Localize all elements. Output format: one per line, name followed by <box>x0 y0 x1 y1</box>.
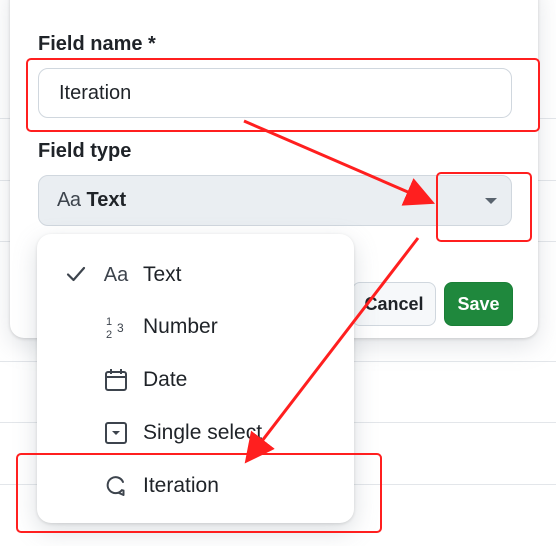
annotation-arrows <box>243 119 436 464</box>
arrow-to-caret <box>243 119 436 206</box>
arrow-to-iteration <box>244 237 420 464</box>
